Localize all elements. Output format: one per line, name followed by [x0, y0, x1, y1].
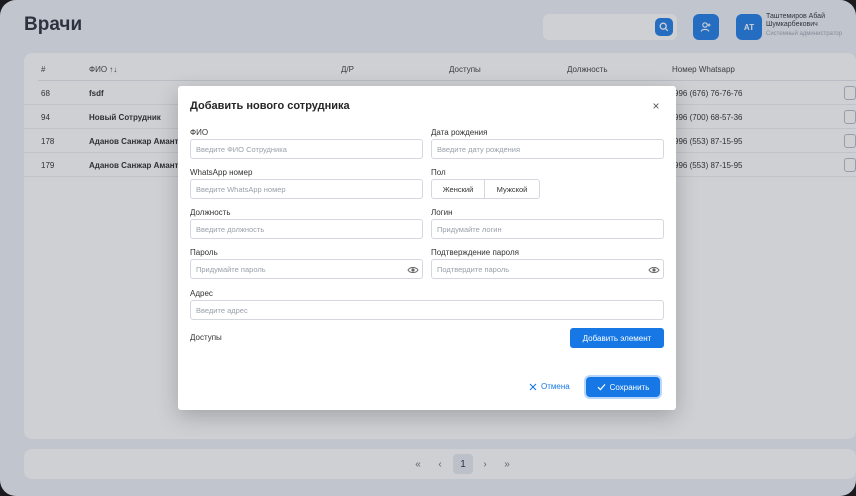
fio-input[interactable]: Введите ФИО Сотрудника: [190, 139, 423, 159]
close-icon: [529, 383, 537, 390]
access-label: Доступы: [190, 333, 222, 342]
login-label: Логин: [431, 208, 453, 217]
address-label: Адрес: [190, 289, 213, 298]
eye-icon[interactable]: [648, 264, 660, 276]
eye-icon[interactable]: [407, 264, 419, 276]
confirm-password-placeholder: Подтвердите пароль: [437, 265, 510, 274]
fio-placeholder: Введите ФИО Сотрудника: [196, 145, 287, 154]
address-placeholder: Введите адрес: [196, 306, 248, 315]
position-input[interactable]: Введите должность: [190, 219, 423, 239]
close-icon[interactable]: ×: [650, 100, 662, 112]
position-label: Должность: [190, 208, 231, 217]
save-label: Сохранить: [609, 382, 650, 392]
dob-input[interactable]: Введите дату рождения: [431, 139, 664, 159]
check-icon: [597, 384, 606, 391]
save-button[interactable]: Сохранить: [586, 377, 660, 397]
password-label: Пароль: [190, 248, 218, 257]
confirm-password-input[interactable]: Подтвердите пароль: [431, 259, 664, 279]
dob-placeholder: Введите дату рождения: [437, 145, 521, 154]
gender-female-option[interactable]: Женский: [431, 179, 485, 199]
confirm-password-label: Подтверждение пароля: [431, 248, 519, 257]
whatsapp-label: WhatsApp номер: [190, 168, 253, 177]
login-input[interactable]: Придумайте логин: [431, 219, 664, 239]
dialog-title: Добавить нового сотрудника: [190, 100, 350, 112]
add-element-button[interactable]: Добавить элемент: [570, 328, 664, 348]
gender-male-option[interactable]: Мужской: [484, 179, 540, 199]
position-placeholder: Введите должность: [196, 225, 265, 234]
whatsapp-input[interactable]: Введите WhatsApp номер: [190, 179, 423, 199]
cancel-button[interactable]: Отмена: [529, 382, 570, 391]
add-employee-dialog: Добавить нового сотрудника × ФИО Введите…: [178, 86, 676, 410]
whatsapp-placeholder: Введите WhatsApp номер: [196, 185, 286, 194]
address-input[interactable]: Введите адрес: [190, 300, 664, 320]
app-frame: Врачи АТ Таштемиров Абай Шумкарбекович С…: [0, 0, 856, 496]
password-placeholder: Придумайте пароль: [196, 265, 266, 274]
dob-label: Дата рождения: [431, 128, 488, 137]
fio-label: ФИО: [190, 128, 209, 137]
login-placeholder: Придумайте логин: [437, 225, 502, 234]
gender-label: Пол: [431, 168, 446, 177]
cancel-label: Отмена: [541, 382, 570, 391]
password-input[interactable]: Придумайте пароль: [190, 259, 423, 279]
